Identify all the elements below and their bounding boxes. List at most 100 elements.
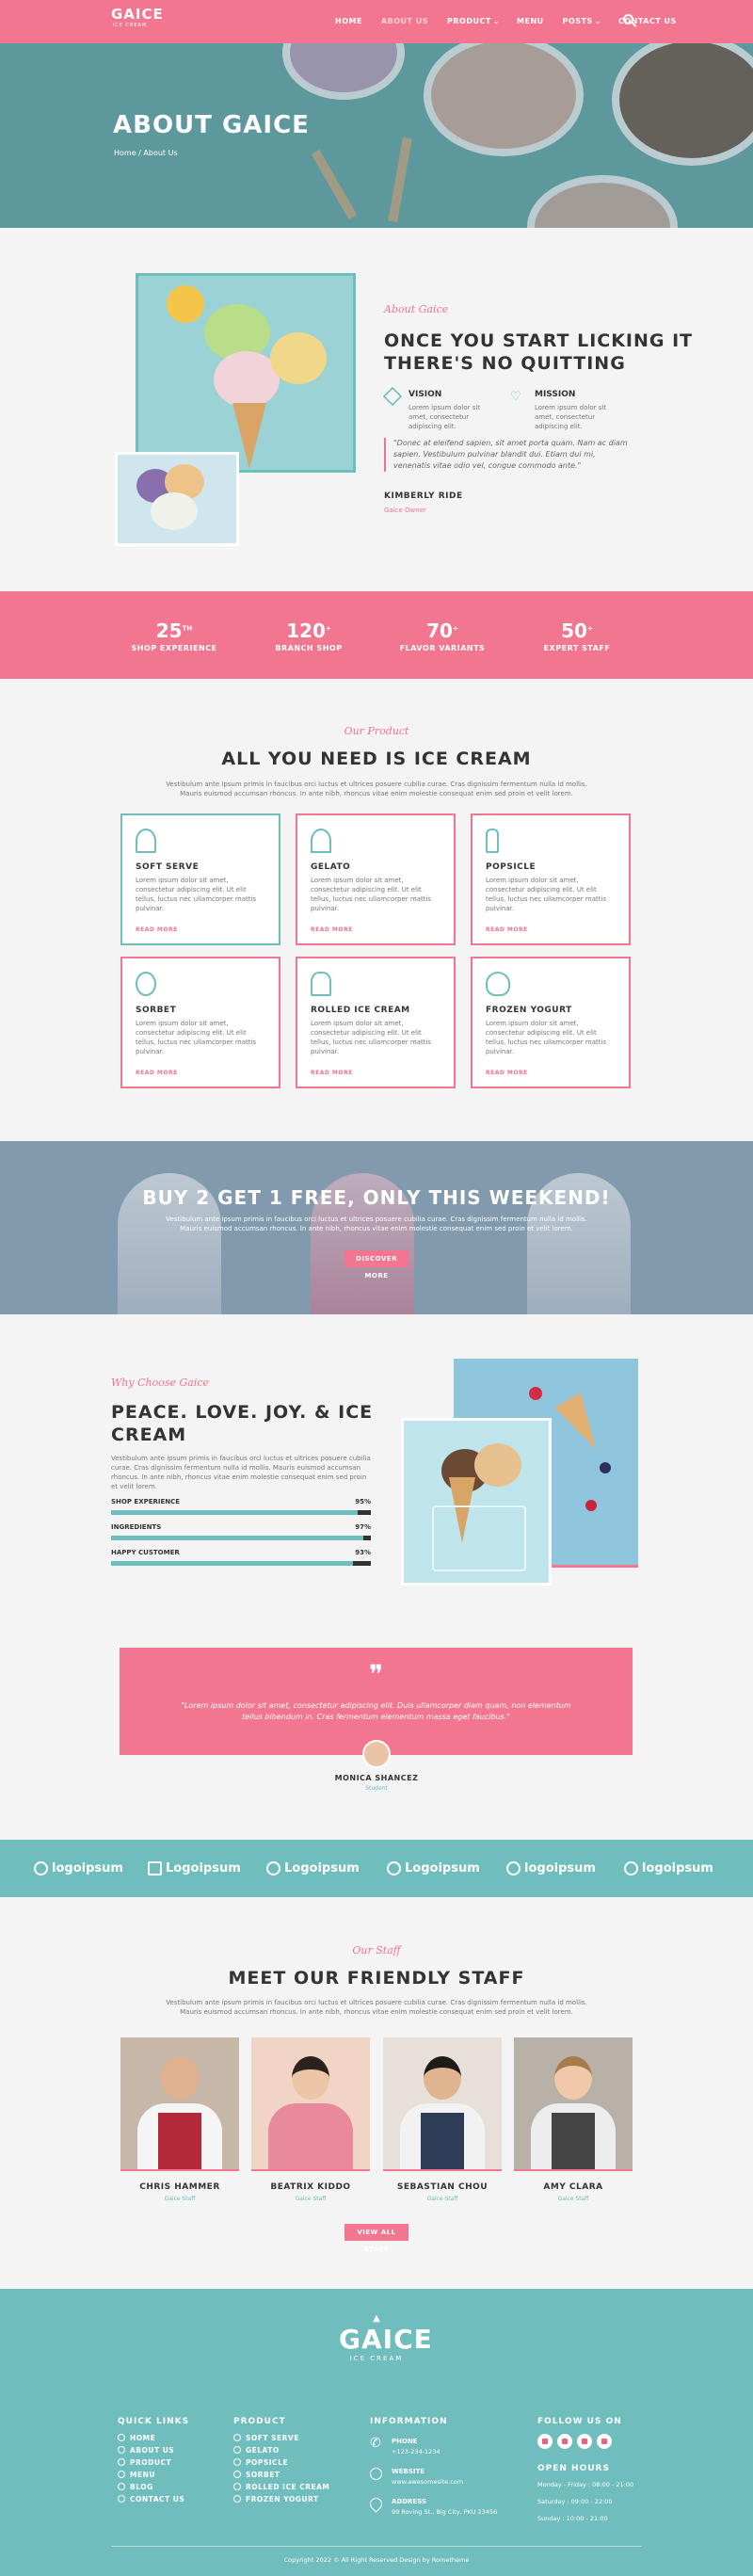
logo-mark-icon [624,1861,638,1876]
footer-link[interactable]: PRODUCT [118,2456,184,2469]
promo-title: BUY 2 GET 1 FREE, ONLY THIS WEEKEND! [142,1186,611,1209]
logo-mark-icon [148,1861,162,1876]
promo-banner: BUY 2 GET 1 FREE, ONLY THIS WEEKEND! Ves… [0,1141,753,1314]
partner-logo[interactable]: logoipsum [34,1861,123,1876]
product-card-sorbet[interactable]: SORBET Lorem ipsum dolor sit amet, conse… [120,957,280,1088]
youtube-icon[interactable] [597,2434,612,2449]
skill-label: HAPPY CUSTOMER 93% [111,1549,371,1556]
section-script-about: About Gaice [384,303,449,315]
nav-about[interactable]: ABOUT US [381,17,428,25]
read-more-link[interactable]: READ MORE [136,1070,265,1076]
footer-link[interactable]: SOFT SERVE [233,2432,329,2444]
footer-divider [111,2546,642,2547]
staff-role: Gaice Staff [164,2196,196,2202]
phone-value[interactable]: +123-234-1234 [392,2448,441,2455]
search-icon[interactable] [623,14,633,24]
footer-link[interactable]: POPSICLE [233,2456,329,2469]
product-card-gelato[interactable]: GELATO Lorem ipsum dolor sit amet, conse… [296,813,456,945]
site-header: GAICE ICE CREAM HOME ABOUT US PRODUCT ⌄ M… [0,0,753,43]
partner-logo[interactable]: Logoipsum [148,1861,241,1876]
footer-link[interactable]: MENU [118,2469,184,2481]
footer-logo[interactable]: ▲ GAICE ICE CREAM [339,2313,432,2362]
footer-link[interactable]: ROLLED ICE CREAM [233,2481,329,2493]
rolled-ice-cream-icon [311,972,331,996]
mission-title: MISSION [535,390,576,399]
vision-title: VISION [409,390,442,399]
product-card-soft-serve[interactable]: SOFT SERVE Lorem ipsum dolor sit amet, c… [120,813,280,945]
quote-icon: ❞ [368,1659,384,1690]
partner-logo[interactable]: logoipsum [506,1861,596,1876]
nav-menu[interactable]: MENU [517,17,544,25]
footer-link[interactable]: BLOG [118,2481,184,2493]
staff-role: Gaice Staff [426,2196,458,2202]
testimonial-card: ❞ "Lorem ipsum dolor sit amet, consectet… [120,1648,633,1755]
staff-photo [120,2037,239,2171]
read-more-link[interactable]: READ MORE [311,926,441,933]
logo-mark-icon [506,1861,521,1876]
promo-description: Vestibulum ante ipsum primis in faucibus… [166,1216,587,1232]
brand-tagline: ICE CREAM [112,23,148,28]
staff-name: SEBASTIAN CHOU [396,2182,489,2192]
partner-logo[interactable]: Logoipsum [266,1861,360,1876]
product-card-popsicle[interactable]: POPSICLE Lorem ipsum dolor sit amet, con… [471,813,631,945]
view-all-staff-button[interactable]: VIEW ALL STAFF [344,2224,409,2253]
product-links-heading: PRODUCT [233,2417,286,2426]
nav-posts[interactable]: POSTS [563,17,593,25]
soft-serve-icon [136,829,156,853]
information-heading: INFORMATION [370,2417,448,2426]
phone-label: PHONE [392,2438,418,2445]
section-script-product: Our Product [344,725,409,737]
skill-label: SHOP EXPERIENCE 95% [111,1498,371,1505]
open-hours-heading: OPEN HOURS [537,2464,610,2473]
staff-photo [514,2037,633,2171]
partner-logo[interactable]: Logoipsum [387,1861,480,1876]
footer-link[interactable]: FROZEN YOGURT [233,2493,329,2505]
read-more-link[interactable]: READ MORE [486,926,616,933]
phone-icon: ✆ [370,2436,381,2451]
footer-link[interactable]: GELATO [233,2444,329,2456]
website-value[interactable]: www.awesomesite.com [392,2478,463,2486]
breadcrumb[interactable]: Home / About Us [114,149,178,157]
diamond-icon [382,386,403,407]
hero-banner: ABOUT GAICE Home / About Us [0,43,753,228]
section-script-staff: Our Staff [352,1944,401,1956]
chevron-down-icon: ⌄ [594,17,601,25]
discover-more-button[interactable]: DISCOVER MORE [344,1250,409,1280]
read-more-link[interactable]: READ MORE [311,1070,441,1076]
logo-mark-icon [266,1861,280,1876]
skill-label: INGREDIENTS 97% [111,1523,371,1531]
stats-bar: 25TH SHOP EXPERIENCE 120+ BRANCH SHOP 70+ F… [0,591,753,679]
products-description: Vestibulum ante ipsum primis in faucibus… [166,781,587,797]
facebook-icon[interactable] [537,2434,553,2449]
nav-home[interactable]: HOME [335,17,362,25]
product-card-rolled-ice-cream[interactable]: ROLLED ICE CREAM Lorem ipsum dolor sit a… [296,957,456,1088]
testimonial-name: MONICA SHANCEZ [334,1774,419,1782]
stat-item: 25TH SHOP EXPERIENCE [131,620,217,652]
staff-name: AMY CLARA [543,2182,603,2192]
testimonial-quote: "Lorem ipsum dolor sit amet, consectetur… [181,1701,571,1721]
stat-item: 70+ FLAVOR VARIANTS [399,620,486,652]
site-footer: ▲ GAICE ICE CREAM QUICK LINKS HOME ABOUT… [0,2289,753,2576]
footer-link[interactable]: CONTACT US [118,2493,184,2505]
chevron-down-icon: ⌄ [492,17,501,25]
address-label: ADDRESS [392,2498,426,2505]
footer-link[interactable]: ABOUT US [118,2444,184,2456]
quick-links-list: HOME ABOUT US PRODUCT MENU BLOG CONTACT … [118,2432,184,2505]
owner-name: KIMBERLY RIDE [384,491,463,501]
why-description: Vestibulum ante ipsum primis in faucibus… [111,1455,371,1490]
ice-cream-icon: ▲ [373,2313,380,2324]
about-quote: "Donec at eleifend sapien, sit amet port… [384,438,631,472]
staff-name: BEATRIX KIDDO [270,2182,351,2192]
brand-logo[interactable]: GAICE ICE CREAM [111,7,163,37]
page-title: ABOUT GAICE [113,111,310,139]
instagram-icon[interactable] [577,2434,592,2449]
read-more-link[interactable]: READ MORE [486,1070,616,1076]
nav-product[interactable]: PRODUCT [447,17,491,25]
footer-link[interactable]: SORBET [233,2469,329,2481]
partner-logo[interactable]: logoipsum [624,1861,713,1876]
product-card-frozen-yogurt[interactable]: FROZEN YOGURT Lorem ipsum dolor sit amet… [471,957,631,1088]
read-more-link[interactable]: READ MORE [136,926,265,933]
mission-text: Lorem ipsum dolor sit amet, consectetur … [535,404,607,430]
footer-link[interactable]: HOME [118,2432,184,2444]
twitter-icon[interactable] [557,2434,572,2449]
